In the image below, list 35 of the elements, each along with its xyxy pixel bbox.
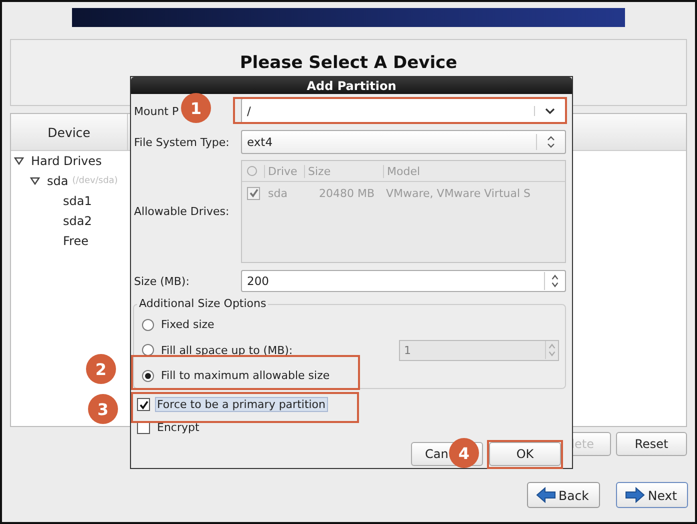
tree-item[interactable]: sda2 bbox=[63, 214, 92, 228]
field-label: File System Type: bbox=[134, 136, 230, 148]
arrow-left-icon bbox=[536, 487, 556, 503]
field-label: Mount P bbox=[134, 104, 179, 118]
tree-item[interactable]: sda1 bbox=[63, 194, 92, 208]
table-cell-text: sda bbox=[268, 186, 288, 200]
back-button[interactable]: Back bbox=[526, 482, 600, 508]
tree-item[interactable]: Free bbox=[63, 234, 88, 248]
file-system-dropdown[interactable]: ext4 bbox=[241, 130, 566, 154]
radio-button[interactable] bbox=[142, 318, 154, 331]
checkbox[interactable] bbox=[137, 398, 150, 411]
dialog-title: Add Partition bbox=[306, 78, 396, 92]
column-header[interactable]: Device bbox=[11, 114, 128, 150]
tree-item[interactable]: Hard Drives bbox=[31, 154, 102, 168]
size-spin-field[interactable]: 200 bbox=[241, 270, 566, 292]
field-label: Size (MB): bbox=[134, 274, 190, 288]
page-title: Please Select A Device bbox=[240, 53, 458, 73]
tree-item[interactable]: sda bbox=[47, 174, 68, 188]
checkbox-label[interactable]: Encrypt bbox=[155, 420, 202, 435]
expand-arrow-icon[interactable] bbox=[14, 156, 24, 166]
table-cell-text: VMware, VMware Virtual S bbox=[386, 186, 532, 200]
dialog-button[interactable]: OK bbox=[489, 442, 561, 466]
option-label[interactable]: Fill to maximum allowable size bbox=[161, 369, 330, 382]
field-label: Allowable Drives: bbox=[134, 205, 230, 218]
expand-arrow-icon[interactable] bbox=[30, 176, 40, 186]
checkbox-label[interactable]: Force to be a primary partition bbox=[155, 397, 328, 412]
panel-button[interactable]: Reset bbox=[616, 432, 687, 456]
arrow-right-icon bbox=[624, 487, 645, 503]
option-label[interactable]: Fixed size bbox=[161, 318, 214, 332]
table-cell-text: 20480 MB bbox=[319, 186, 376, 200]
device-path: (/dev/sda) bbox=[72, 176, 118, 186]
radio-column-icon bbox=[247, 166, 257, 176]
next-button[interactable]: Next bbox=[616, 482, 688, 508]
group-title: Additional Size Options bbox=[137, 297, 268, 310]
radio-button[interactable] bbox=[142, 370, 154, 382]
